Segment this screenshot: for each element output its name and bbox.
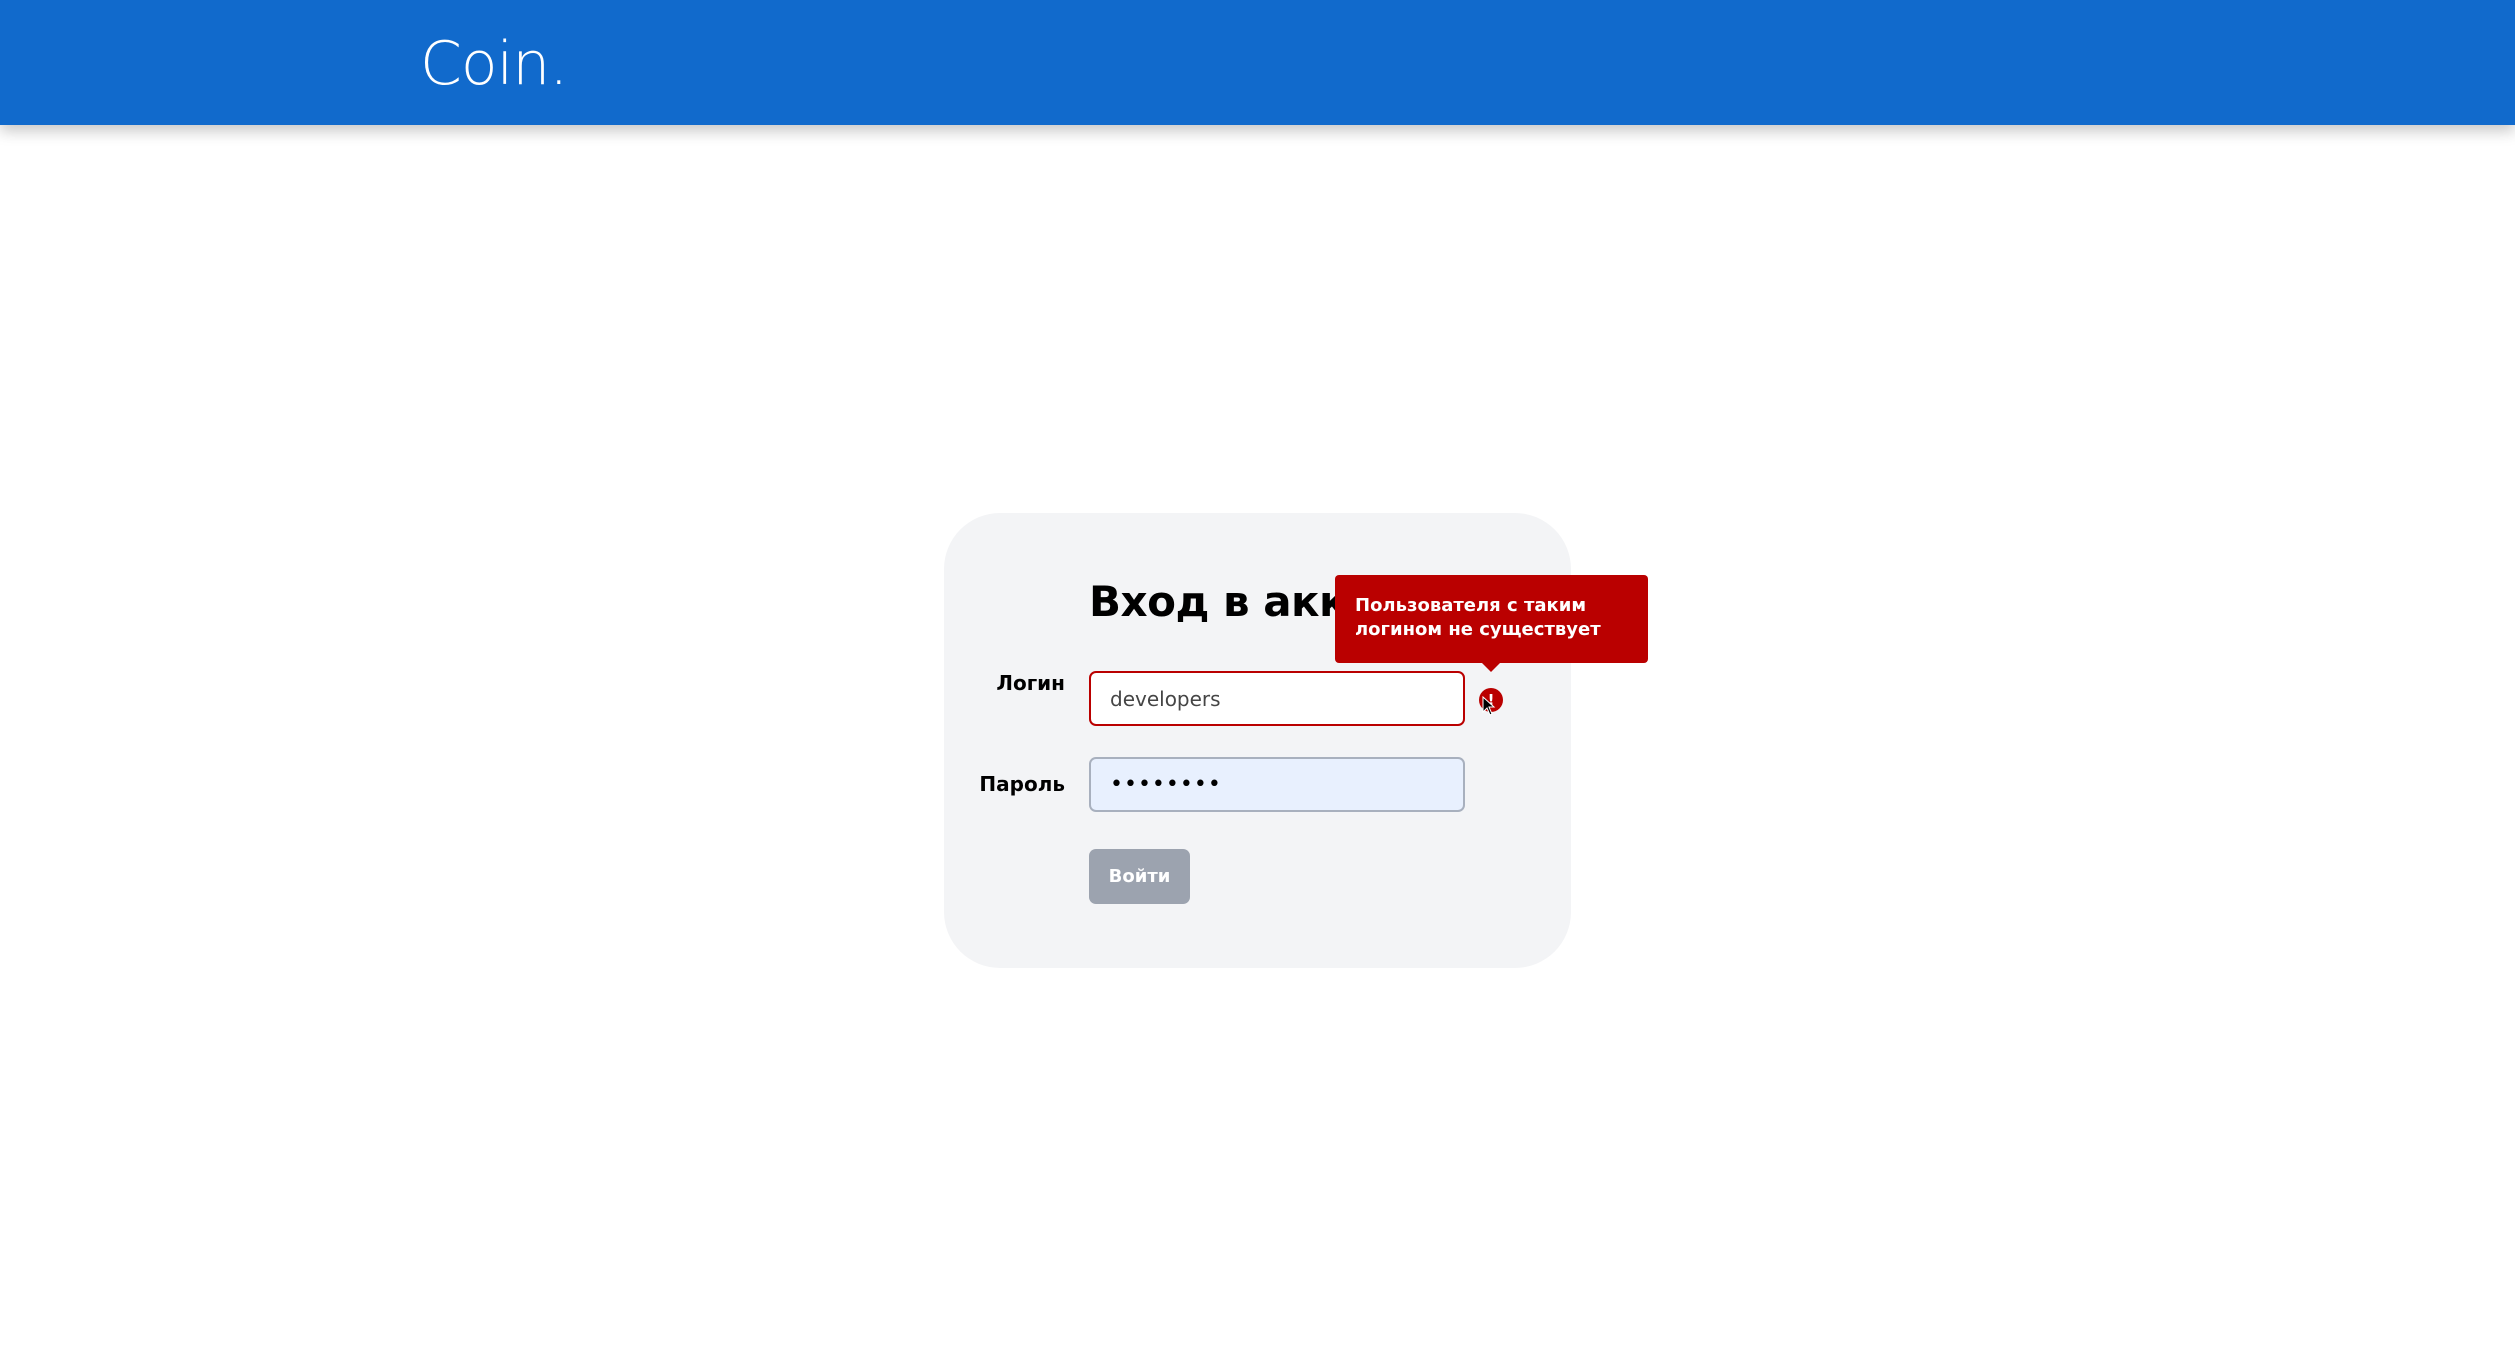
login-input[interactable] [1089,671,1465,726]
error-tooltip: Пользователя с таким логином не существу… [1335,575,1648,663]
cursor-icon [1482,696,1496,716]
site-header: Coin. [0,0,2515,125]
password-label: Пароль [979,772,1065,796]
logo[interactable]: Coin. [420,24,568,104]
login-label: Логин [996,671,1065,695]
tooltip-arrow [1481,662,1501,672]
login-button[interactable]: Войти [1089,849,1190,904]
password-input[interactable] [1089,757,1465,812]
